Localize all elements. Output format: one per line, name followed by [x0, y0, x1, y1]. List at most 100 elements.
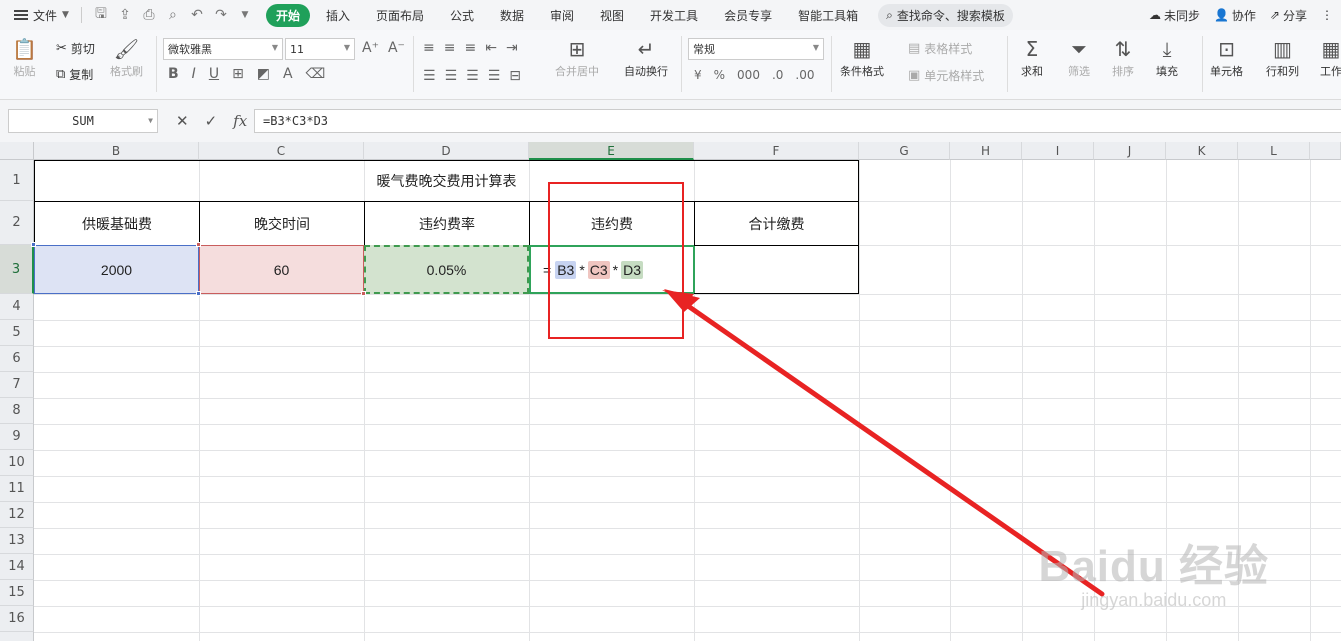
align-right-icon[interactable]: ☰	[466, 68, 479, 84]
merge-center-label: 合并居中	[555, 65, 599, 78]
rows-cols-button[interactable]: ▥ 行和列	[1266, 38, 1299, 79]
watermark-brand: Baidu 经验	[1038, 542, 1269, 591]
paste-icon: 📋	[12, 37, 37, 61]
sum-button[interactable]: Σ 求和	[1021, 38, 1043, 79]
ribbon-tabs: 开始 插入 页面布局 公式 数据 审阅 视图 开发工具 会员专享 智能工具箱	[265, 3, 868, 27]
tab-developer[interactable]: 开发工具	[640, 4, 708, 27]
worksheet-label: 工作	[1320, 65, 1341, 78]
separator	[156, 36, 157, 92]
worksheet-button[interactable]: ▦ 工作	[1320, 38, 1341, 79]
chevron-down-icon: ▼	[271, 43, 278, 52]
sync-label: 未同步	[1163, 8, 1200, 23]
menu-right: ☁ 未同步 👤 协作 ⇗ 分享 ⋮	[1149, 0, 1341, 30]
cell-style-button[interactable]: ▣ 单元格样式	[908, 67, 984, 84]
filter-label: 筛选	[1068, 65, 1090, 78]
sheet-grid: B C D E F G H I J K L 1 2 3 4 5 6 7 8 9 …	[0, 142, 1341, 641]
number-format-value: 常规	[693, 43, 715, 56]
export-icon[interactable]: ⇪	[116, 7, 134, 23]
collab-button[interactable]: 👤 协作	[1214, 7, 1256, 24]
chevron-down-icon: ▼	[148, 116, 153, 125]
search-label: 查找命令、搜索模板	[896, 8, 1005, 23]
font-size-select[interactable]: 11 ▼	[285, 38, 355, 60]
align-center-icon[interactable]: ☰	[445, 68, 458, 84]
undo-icon[interactable]: ↶	[188, 7, 206, 23]
search-icon: ⌕	[886, 7, 893, 22]
paste-button[interactable]: 📋 粘贴	[12, 38, 37, 79]
align-bottom-row: ☰ ☰ ☰ ☰ ⊟	[423, 68, 521, 84]
merge-center-button[interactable]: ⊞ 合并居中	[555, 38, 599, 79]
tab-review[interactable]: 审阅	[540, 4, 584, 27]
tab-view[interactable]: 视图	[590, 4, 634, 27]
rows-cols-icon: ▥	[1273, 37, 1292, 61]
share-button[interactable]: ⇗ 分享	[1270, 7, 1307, 24]
tab-member[interactable]: 会员专享	[714, 4, 782, 27]
command-search[interactable]: ⌕ 查找命令、搜索模板	[878, 3, 1013, 27]
sort-label: 排序	[1112, 65, 1134, 78]
table-style-button[interactable]: ▤ 表格样式	[908, 40, 972, 57]
number-format-select[interactable]: 常规 ▼	[688, 38, 824, 60]
font-grow-icon[interactable]: A⁺	[362, 40, 379, 56]
print-icon[interactable]: ⎙	[140, 7, 158, 23]
sync-status[interactable]: ☁ 未同步	[1149, 7, 1200, 24]
cancel-icon[interactable]: ✕	[176, 112, 189, 130]
percent-icon[interactable]: %	[714, 68, 725, 82]
indent-increase-icon[interactable]: ⇥	[506, 40, 518, 56]
tab-page-layout[interactable]: 页面布局	[366, 4, 434, 27]
baidu-watermark: Baidu 经验 jingyan.baidu.com	[1039, 530, 1269, 611]
align-bottom-icon[interactable]: ≡	[464, 40, 476, 56]
align-left-icon[interactable]: ☰	[423, 68, 436, 84]
underline-icon[interactable]: U	[209, 66, 219, 82]
font-size-value: 11	[290, 42, 304, 56]
fill-label: 填充	[1156, 65, 1178, 78]
fill-button[interactable]: ⤓ 填充	[1156, 38, 1178, 79]
formula-input[interactable]: =B3*C3*D3	[254, 109, 1341, 133]
decimal-increase-icon[interactable]: .0	[772, 68, 783, 82]
align-middle-icon[interactable]: ≡	[444, 40, 456, 56]
tab-data[interactable]: 数据	[490, 4, 534, 27]
merge-icon: ⊞	[568, 37, 586, 61]
confirm-icon[interactable]: ✓	[205, 112, 218, 130]
align-top-icon[interactable]: ≡	[423, 40, 435, 56]
cells-button[interactable]: ⊡ 单元格	[1210, 38, 1243, 79]
copy-label: 复制	[69, 68, 94, 82]
more-icon[interactable]: ⋮	[1321, 8, 1333, 22]
font-shrink-icon[interactable]: A⁻	[388, 40, 405, 56]
clear-icon[interactable]: ⌫	[306, 66, 326, 82]
wrap-text-button[interactable]: ↵ 自动换行	[624, 38, 668, 79]
tab-insert[interactable]: 插入	[316, 4, 360, 27]
currency-icon[interactable]: ¥	[694, 68, 702, 82]
indent-decrease-icon[interactable]: ⇤	[485, 40, 497, 56]
font-name-select[interactable]: 微软雅黑 ▼	[163, 38, 283, 60]
file-menu[interactable]: 文件 ▼	[0, 7, 77, 24]
save-icon[interactable]: 🖫	[92, 3, 110, 27]
justify-icon[interactable]: ☰	[488, 68, 501, 84]
font-name-value: 微软雅黑	[168, 43, 212, 56]
sort-button[interactable]: ⇅ 排序	[1112, 38, 1134, 79]
distribute-icon[interactable]: ⊟	[509, 68, 521, 84]
customize-icon[interactable]: ▼	[236, 10, 254, 20]
format-painter-label: 格式刷	[110, 65, 143, 78]
copy-button[interactable]: ⧉ 复制	[56, 66, 93, 83]
thousands-icon[interactable]: 000	[737, 68, 760, 82]
decimal-decrease-icon[interactable]: .00	[795, 68, 814, 82]
filter-button[interactable]: ⏷ 筛选	[1068, 38, 1090, 79]
ribbon: 📋 粘贴 ✂ 剪切 ⧉ 复制 🖌 格式刷 微软雅黑 ▼ 11 ▼ A⁺ A⁻ B…	[0, 30, 1341, 100]
tab-formulas[interactable]: 公式	[440, 4, 484, 27]
function-icon[interactable]: fx	[233, 112, 247, 130]
fill-color-icon[interactable]: ◩	[257, 66, 270, 82]
format-painter-button[interactable]: 🖌 格式刷	[110, 38, 143, 79]
wrap-text-icon: ↵	[637, 37, 655, 61]
sum-label: 求和	[1021, 65, 1043, 78]
cond-format-button[interactable]: ▦ 条件格式	[840, 38, 884, 79]
name-box[interactable]: SUM ▼	[8, 109, 158, 133]
print-preview-icon[interactable]: ⌕	[164, 7, 182, 23]
font-color-icon[interactable]: A	[283, 66, 293, 82]
redo-icon[interactable]: ↷	[212, 7, 230, 23]
tab-start[interactable]: 开始	[265, 3, 310, 27]
fill-down-icon: ⤓	[1162, 37, 1172, 61]
bold-icon[interactable]: B	[168, 66, 179, 82]
cut-button[interactable]: ✂ 剪切	[56, 40, 95, 57]
italic-icon[interactable]: I	[192, 66, 196, 82]
tab-smart-tools[interactable]: 智能工具箱	[788, 4, 868, 27]
border-icon[interactable]: ⊞	[232, 66, 244, 82]
